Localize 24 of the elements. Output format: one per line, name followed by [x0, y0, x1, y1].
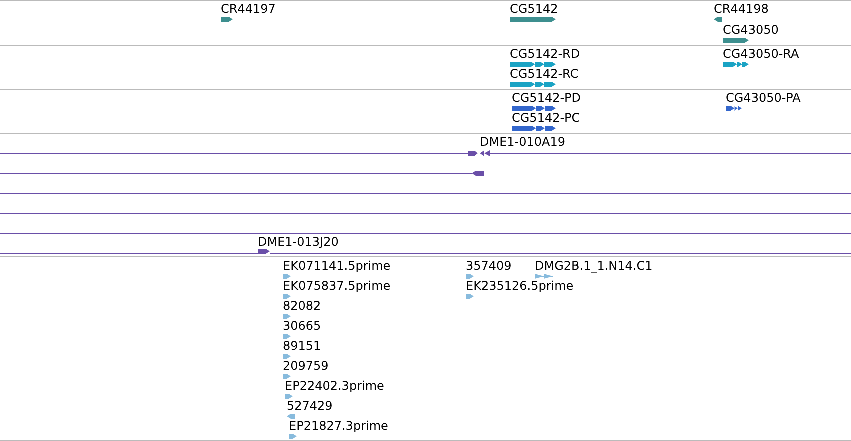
feature-label: DMG2B.1_1.N14.C1	[535, 259, 653, 273]
feature-label: 89151	[283, 339, 322, 353]
feature-label: EK235126.5prime	[466, 279, 574, 293]
feature-label: EK071141.5prime	[283, 259, 391, 273]
feature-label: 82082	[283, 299, 322, 313]
feature-label: 357409	[466, 259, 512, 273]
feature-label: DME1-013J20	[258, 235, 339, 249]
feature-label: CG5142-PD	[512, 91, 582, 105]
feature-label: CG43050-RA	[723, 47, 800, 61]
feature-label: 527429	[287, 399, 333, 413]
feature-label: CG5142-RC	[510, 67, 579, 81]
feature-label: 30665	[283, 319, 322, 333]
feature-label: CG43050	[723, 23, 779, 37]
feature-label: CG43050-PA	[726, 91, 801, 105]
feature-label: CG5142	[510, 2, 558, 16]
feature-label: CG5142-PC	[512, 111, 580, 125]
feature-label: EP21827.3prime	[289, 419, 388, 433]
feature-label: CR44197	[221, 2, 276, 16]
feature-label: EK075837.5prime	[283, 279, 391, 293]
feature-label: EP22402.3prime	[285, 379, 384, 393]
feature-label: CR44198	[714, 2, 769, 16]
feature-label: 209759	[283, 359, 329, 373]
feature-label: CG5142-RD	[510, 47, 580, 61]
feature-label: DME1-010A19	[480, 135, 566, 149]
